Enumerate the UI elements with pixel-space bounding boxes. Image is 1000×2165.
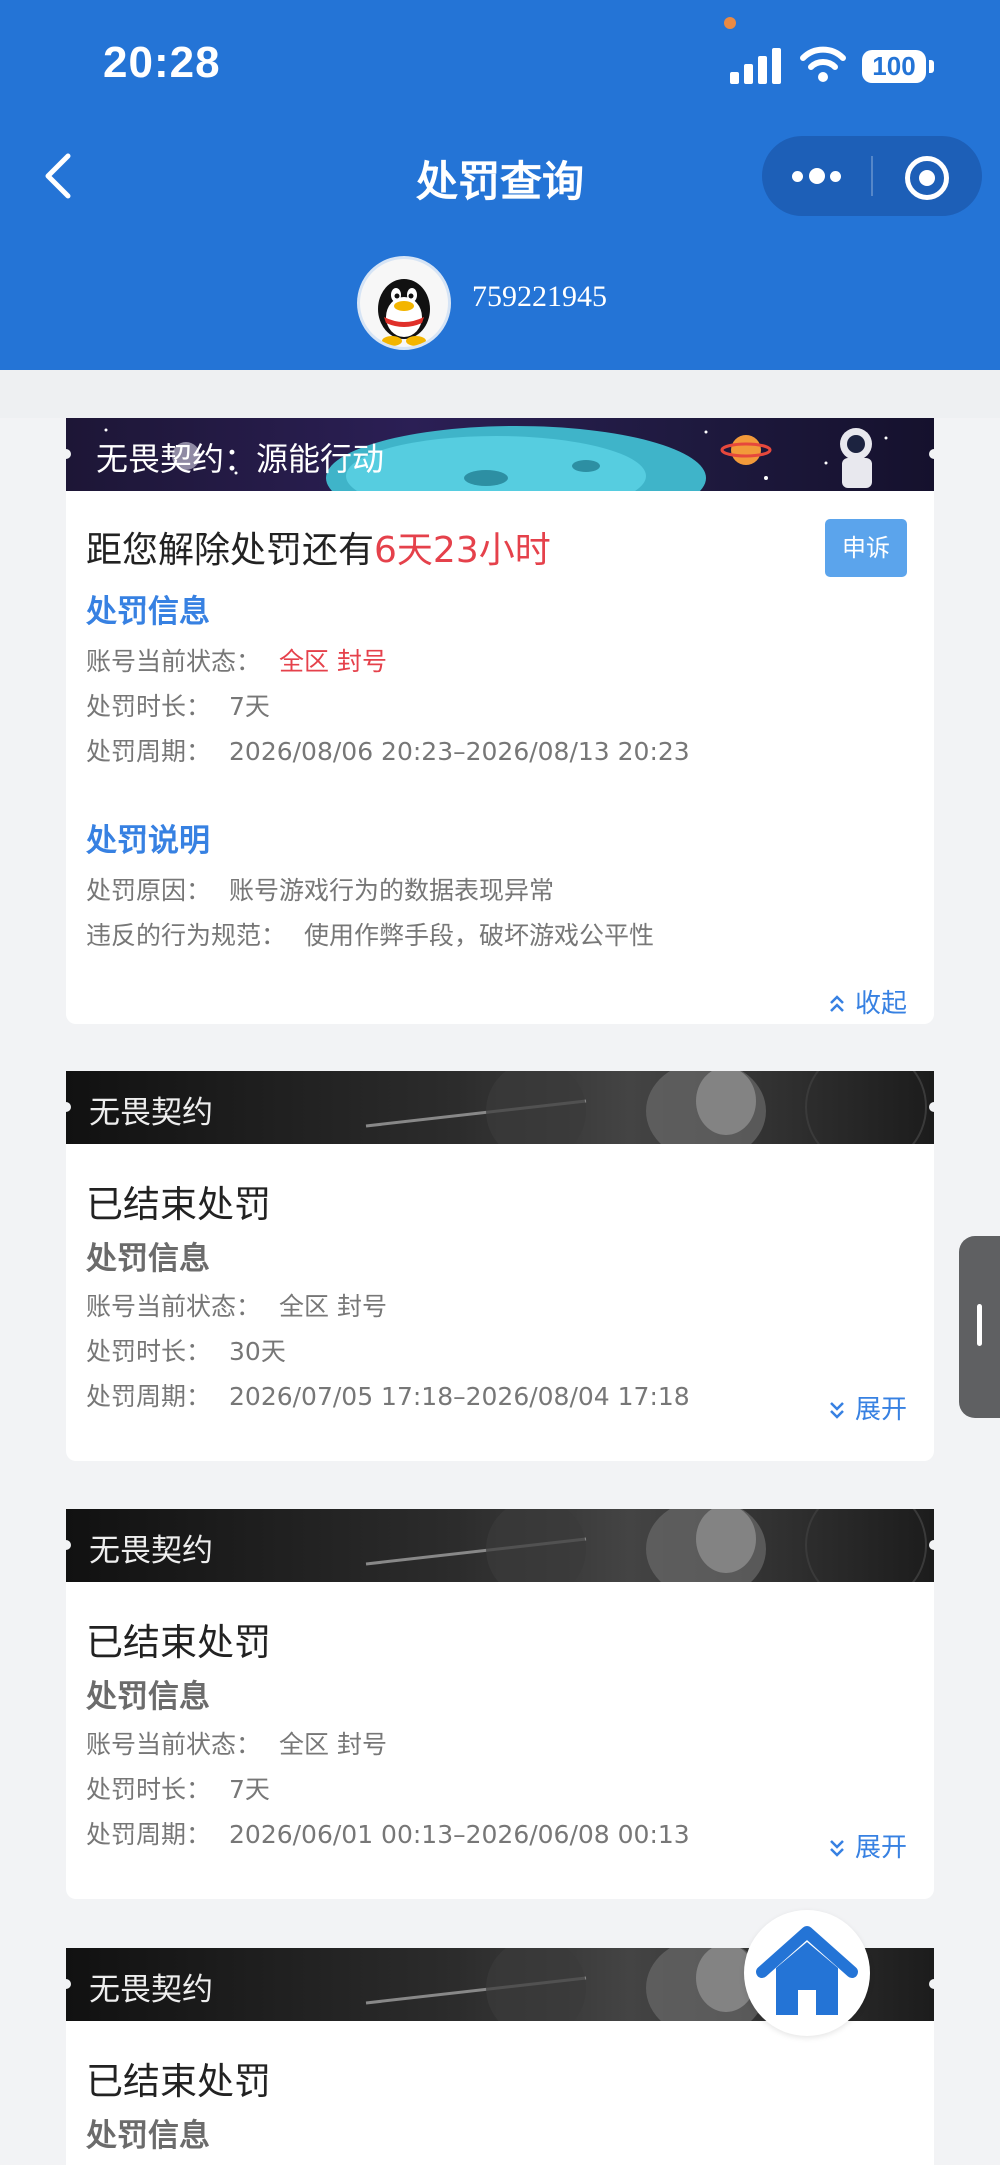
- row-value: 7天: [229, 1775, 270, 1804]
- card-body: 已结束处罚 处罚信息 账号当前状态： 全区 封号 处罚时长： 7天 处罚周期： 202…: [66, 1582, 934, 1863]
- row-value: 全区 封号: [279, 647, 387, 676]
- row-label: 处罚时长：: [86, 1337, 212, 1366]
- reason-row: 处罚原因： 账号游戏行为的数据表现异常: [86, 868, 914, 913]
- countdown-value: 6天23小时: [374, 530, 551, 571]
- mini-program-capsule: [762, 136, 982, 216]
- home-icon: [756, 1926, 858, 2015]
- battery-icon: 100: [862, 50, 926, 83]
- battery-cap: [929, 60, 934, 73]
- banner-title: 无畏契约: [89, 1095, 213, 1131]
- duration-row: 处罚时长： 30天: [86, 1329, 914, 1374]
- status-time: 20:28: [103, 38, 221, 87]
- row-label: 处罚时长：: [86, 1775, 212, 1804]
- banner-title: 无畏契约: [89, 1533, 213, 1569]
- card-body: 已结束处罚 处罚信息: [66, 2021, 934, 2161]
- capsule-divider: [871, 156, 873, 196]
- account-status-row: 账号当前状态： 全区 封号: [86, 1284, 914, 1329]
- account-status-row: 账号当前状态： 全区 封号: [86, 639, 914, 684]
- more-options-icon[interactable]: [792, 162, 852, 190]
- row-label: 账号当前状态：: [86, 647, 262, 676]
- row-label: 违反的行为规范：: [86, 921, 287, 950]
- recording-indicator: [724, 17, 736, 29]
- period-row: 处罚周期： 2026/07/05 17:18–2026/08/04 17:18: [86, 1374, 914, 1419]
- row-label: 处罚时长：: [86, 692, 212, 721]
- header-separator: [0, 370, 1000, 418]
- chevron-up-icon: [830, 995, 844, 1012]
- past-penalty-card: 无畏契约 已结束处罚 处罚信息 账号当前状态： 全区 封号 处罚时长： 30天 处罚…: [66, 1071, 934, 1461]
- expand-toggle[interactable]: 展开: [829, 1827, 907, 1864]
- countdown-prefix: 距您解除处罚还有: [86, 530, 375, 571]
- duration-row: 处罚时长： 7天: [86, 684, 914, 729]
- row-value: 账号游戏行为的数据表现异常: [229, 876, 555, 905]
- side-drawer-handle[interactable]: [959, 1236, 1000, 1418]
- unban-countdown: 距您解除处罚还有6天23小时: [86, 491, 914, 577]
- account-number: 759221945: [472, 280, 607, 313]
- wifi-icon: [800, 46, 846, 82]
- penalty-info-heading: 处罚信息: [86, 2118, 210, 2154]
- row-value: 2026/06/01 00:13–2026/06/08 00:13: [229, 1820, 690, 1849]
- penalty-info-heading: 处罚信息: [86, 1241, 210, 1277]
- period-row: 处罚周期： 2026/08/06 20:23–2026/08/13 20:23: [86, 729, 914, 774]
- collapse-label: 收起: [854, 989, 907, 1019]
- ended-penalty-title: 已结束处罚: [86, 1621, 271, 1664]
- ended-penalty-title: 已结束处罚: [86, 1183, 271, 1226]
- avatar: [357, 256, 451, 350]
- expand-toggle[interactable]: 展开: [829, 1389, 907, 1426]
- notch: [929, 1979, 934, 1989]
- row-label: 处罚周期：: [86, 1820, 212, 1849]
- banner-title: 无畏契约: [89, 1972, 213, 2008]
- row-label: 处罚周期：: [86, 1382, 212, 1411]
- game-banner: 无畏契约: [66, 1509, 934, 1582]
- account-status-row: 账号当前状态： 全区 封号: [86, 1722, 914, 1767]
- notch: [929, 449, 934, 459]
- game-banner: 无畏契约：源能行动: [66, 418, 934, 491]
- penalty-info-heading: 处罚信息: [86, 1679, 210, 1715]
- row-label: 账号当前状态：: [86, 1730, 262, 1759]
- expand-label: 展开: [854, 1395, 907, 1425]
- past-penalty-card: 无畏契约 已结束处罚 处罚信息 账号当前状态： 全区 封号 处罚时长： 7天 处罚周…: [66, 1509, 934, 1899]
- row-label: 处罚原因：: [86, 876, 212, 905]
- collapse-toggle[interactable]: 收起: [829, 983, 907, 1020]
- row-value: 2026/07/05 17:18–2026/08/04 17:18: [229, 1382, 690, 1411]
- rule-row: 违反的行为规范： 使用作弊手段，破坏游戏公平性: [86, 913, 914, 958]
- chevron-down-icon: [830, 1840, 844, 1857]
- header: 20:28 100 处罚查询 759221945: [0, 0, 1000, 370]
- active-penalty-card: 无畏契约：源能行动 距您解除处罚还有6天23小时 申诉 处罚信息 账号当前状态：…: [66, 418, 934, 1024]
- card-body: 距您解除处罚还有6天23小时 申诉 处罚信息 账号当前状态： 全区 封号 处罚时长…: [66, 491, 934, 1019]
- expand-label: 展开: [854, 1833, 907, 1863]
- row-value: 全区 封号: [279, 1292, 387, 1321]
- chevron-down-icon: [830, 1402, 844, 1419]
- row-value: 30天: [229, 1337, 286, 1366]
- row-value: 2026/08/06 20:23–2026/08/13 20:23: [229, 737, 690, 766]
- signal-icon: [730, 46, 785, 84]
- row-value: 使用作弊手段，破坏游戏公平性: [304, 921, 655, 950]
- notch: [929, 1540, 934, 1550]
- game-banner: 无畏契约: [66, 1071, 934, 1144]
- close-miniprogram-icon[interactable]: [905, 156, 949, 200]
- home-button[interactable]: [744, 1910, 870, 2036]
- period-row: 处罚周期： 2026/06/01 00:13–2026/06/08 00:13: [86, 1812, 914, 1857]
- banner-title: 无畏契约：源能行动: [96, 440, 385, 478]
- duration-row: 处罚时长： 7天: [86, 1767, 914, 1812]
- row-label: 账号当前状态：: [86, 1292, 262, 1321]
- notch: [929, 1102, 934, 1112]
- row-label: 处罚周期：: [86, 737, 212, 766]
- appeal-button[interactable]: 申诉: [825, 519, 907, 577]
- penalty-description-heading: 处罚说明: [86, 823, 210, 859]
- row-value: 7天: [229, 692, 270, 721]
- penguin-icon: [378, 279, 430, 346]
- card-body: 已结束处罚 处罚信息 账号当前状态： 全区 封号 处罚时长： 30天 处罚周期： 20…: [66, 1144, 934, 1425]
- row-value: 全区 封号: [279, 1730, 387, 1759]
- penalty-info-heading: 处罚信息: [86, 594, 210, 630]
